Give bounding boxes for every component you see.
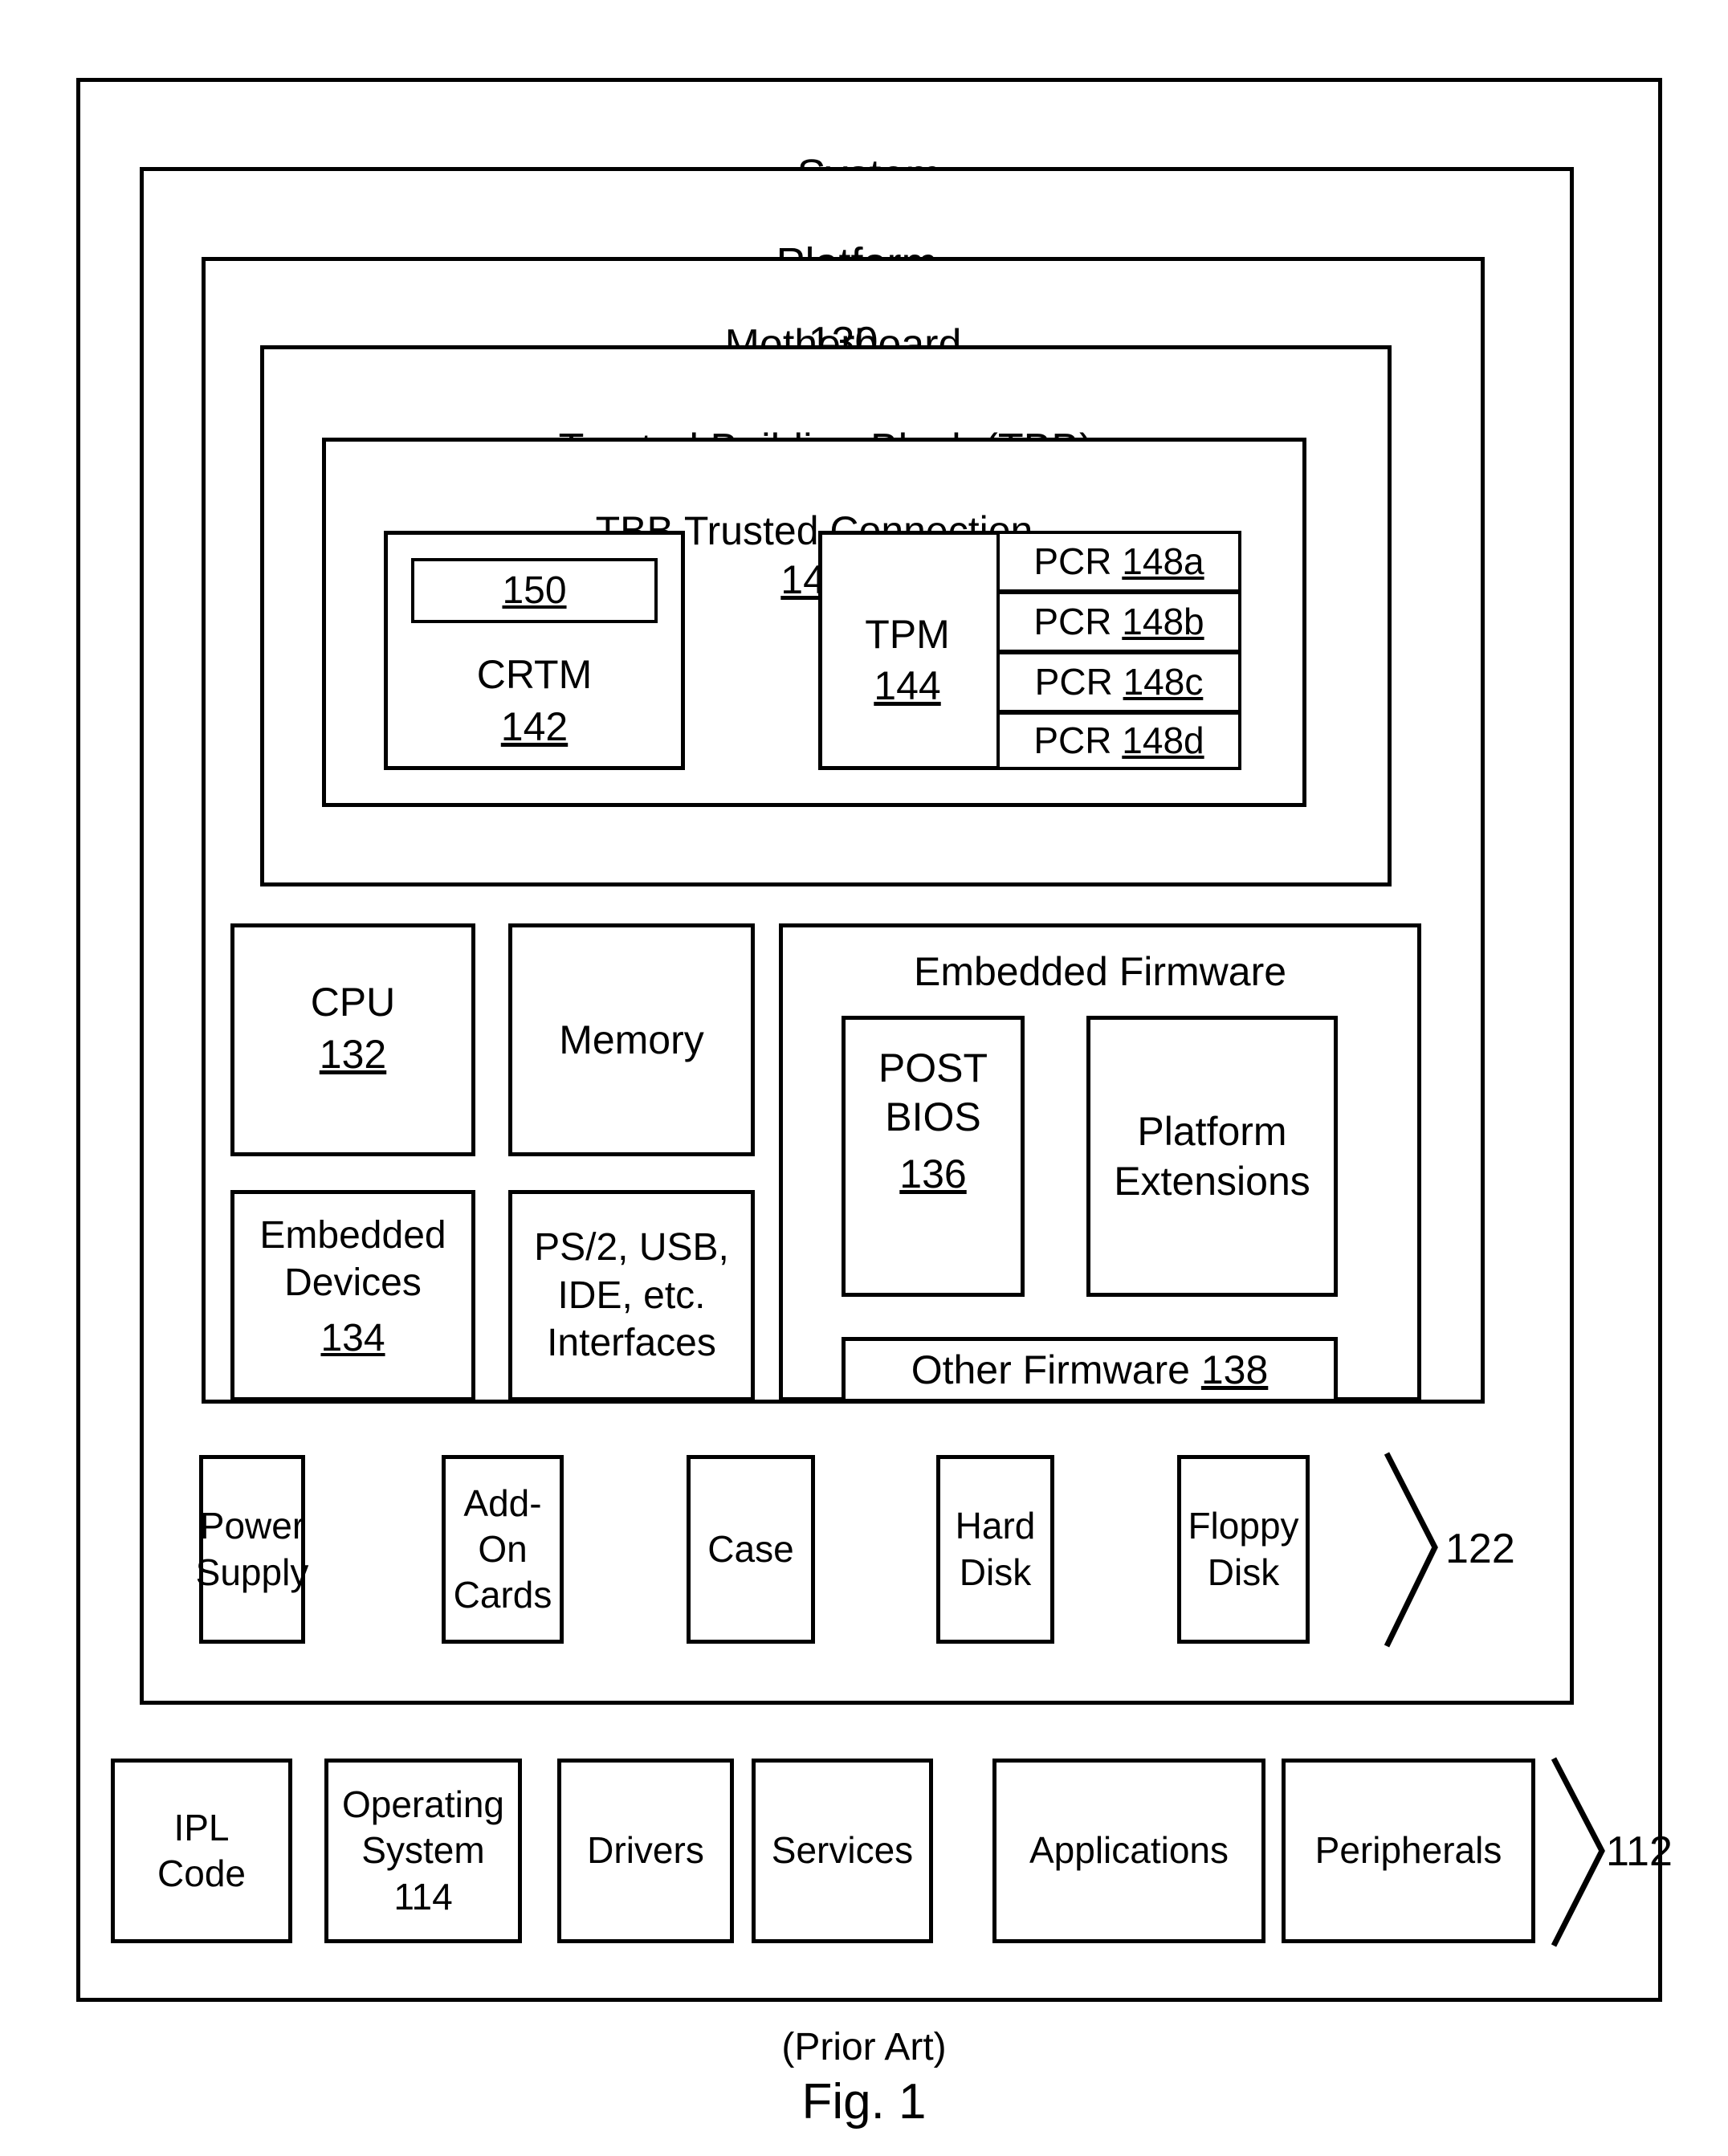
system-software-label-services: Services bbox=[771, 1829, 914, 1872]
cpu-ref: 132 bbox=[319, 1032, 387, 1077]
platform-hardware-floppy-disk-label: Floppy Disk bbox=[1188, 1505, 1299, 1593]
system-software-label-applications: Applications bbox=[1029, 1829, 1229, 1872]
crtm-ref: 142 bbox=[500, 704, 569, 749]
post-bios-ref: 136 bbox=[899, 1151, 967, 1196]
system-software-label-ipl-code: IPL Code bbox=[157, 1806, 246, 1894]
embedded-firmware-title: Embedded Firmware bbox=[913, 949, 1287, 994]
figure-label: Fig. 1 bbox=[801, 2074, 927, 2130]
other-firmware-ref: 138 bbox=[1200, 1347, 1269, 1392]
system-software-label-drivers: Drivers bbox=[587, 1829, 704, 1872]
pcr-ref-148a: 148a bbox=[1122, 540, 1204, 582]
patent-figure-page: System 100 Platform 120 Motherboard 130 … bbox=[0, 0, 1728, 2156]
system-software-brace-ref: 112 bbox=[1606, 1828, 1673, 1875]
pcr-text-148d: PCR bbox=[1033, 719, 1112, 761]
embedded-devices-title: Embedded Devices bbox=[259, 1214, 446, 1304]
pcr-ref-148c: 148c bbox=[1123, 660, 1204, 703]
tpm-title: TPM bbox=[865, 612, 950, 657]
other-firmware-title: Other Firmware bbox=[911, 1347, 1190, 1392]
system-software-label-peripherals: Peripherals bbox=[1314, 1829, 1502, 1872]
system-software-title-operating-system: Operating System bbox=[341, 1783, 504, 1872]
pcr-label-148b: PCR 148b bbox=[996, 591, 1241, 653]
memory-title: Memory bbox=[559, 1017, 704, 1062]
platform-extensions-title: Platform Extensions bbox=[1114, 1109, 1310, 1204]
pcr-label-148a: PCR 148a bbox=[996, 531, 1241, 593]
crtm-title: CRTM bbox=[476, 652, 593, 697]
pcr-label-148c: PCR 148c bbox=[996, 651, 1241, 713]
pcr-label-148d: PCR 148d bbox=[996, 711, 1241, 770]
system-software-ref-operating-system: 114 bbox=[393, 1875, 453, 1918]
platform-hardware-brace-ref: 122 bbox=[1445, 1526, 1515, 1572]
tpm-ref: 144 bbox=[874, 663, 941, 708]
interfaces-title: PS/2, USB, IDE, etc. Interfaces bbox=[534, 1226, 729, 1365]
pcr-ref-148d: 148d bbox=[1122, 719, 1204, 761]
prior-art-note: (Prior Art) bbox=[781, 2026, 947, 2068]
crtm-inner-150-label: 150 bbox=[502, 569, 567, 612]
pcr-text-148a: PCR bbox=[1033, 540, 1112, 582]
platform-hardware-add-on-cards-label: Add-On Cards bbox=[453, 1481, 552, 1616]
system-software-label-operating-system: Operating System 114 bbox=[324, 1759, 522, 1943]
platform-hardware-case-label: Case bbox=[707, 1527, 794, 1570]
post-bios-title: POST BIOS bbox=[878, 1045, 988, 1139]
embedded-devices-ref: 134 bbox=[320, 1317, 385, 1359]
other-firmware-label: Other Firmware 138 bbox=[842, 1337, 1338, 1403]
platform-hardware-hard-disk-label: Hard Disk bbox=[955, 1505, 1036, 1593]
pcr-text-148b: PCR bbox=[1033, 600, 1112, 642]
cpu-title: CPU bbox=[310, 980, 396, 1025]
pcr-text-148c: PCR bbox=[1034, 660, 1113, 703]
platform-hardware-power-supply-label: Power Supply bbox=[195, 1505, 309, 1593]
platform-hardware-brace-icon bbox=[1384, 1452, 1438, 1648]
pcr-ref-148b: 148b bbox=[1122, 600, 1204, 642]
